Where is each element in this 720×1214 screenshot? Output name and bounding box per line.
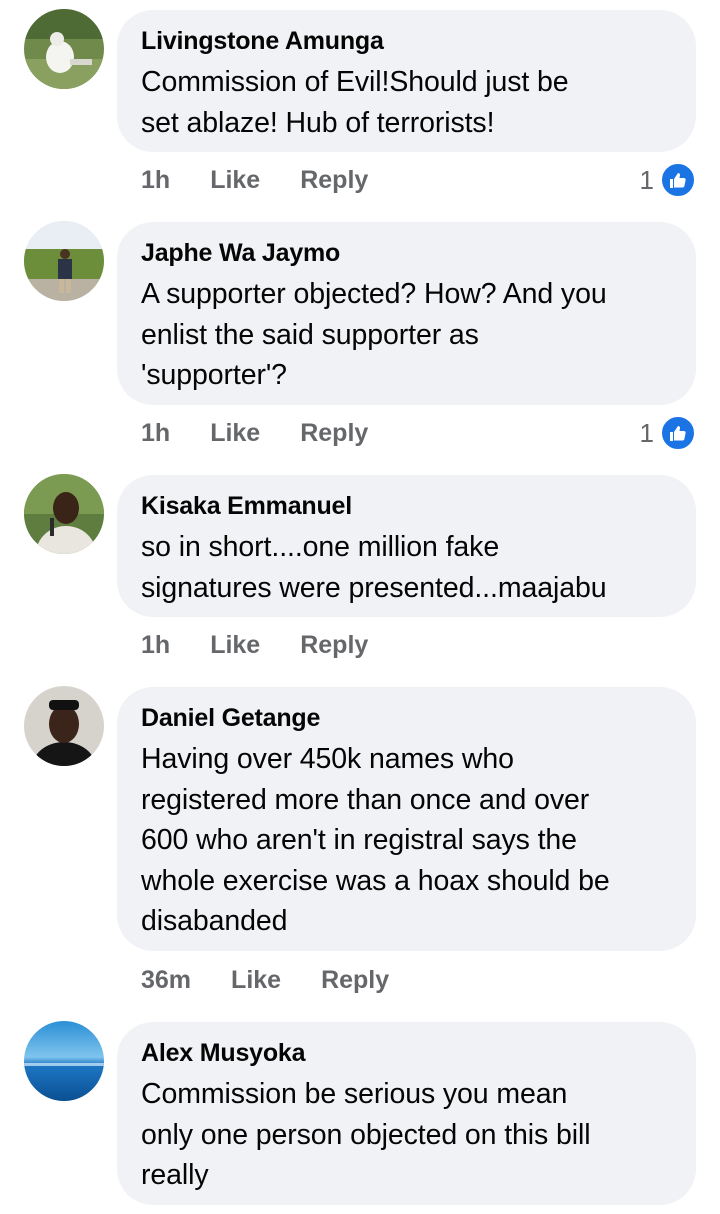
comment-actions: 1h Like Reply	[141, 630, 368, 660]
comment-author[interactable]: Alex Musyoka	[141, 1038, 672, 1068]
comment-text: A supporter objected? How? And you enlis…	[141, 278, 607, 391]
comment-time[interactable]: 36m	[141, 965, 191, 995]
avatar-photo-icon	[24, 9, 104, 89]
reaction-count: 1	[639, 418, 654, 448]
avatar-photo-icon	[24, 474, 104, 554]
comment-text: so in short....one million fake signatur…	[141, 531, 607, 604]
avatar-photo-icon	[24, 221, 104, 301]
comment-time[interactable]: 1h	[141, 418, 170, 448]
comment-bubble[interactable]: Kisaka Emmanuel so in short....one milli…	[117, 475, 696, 617]
comment-bubble[interactable]: Japhe Wa Jaymo A supporter objected? How…	[117, 222, 696, 405]
reply-button[interactable]: Reply	[300, 418, 368, 448]
reply-button[interactable]: Reply	[300, 630, 368, 660]
like-button[interactable]: Like	[210, 630, 260, 660]
comment-author[interactable]: Livingstone Amunga	[141, 26, 672, 56]
comment-bubble[interactable]: Alex Musyoka Commission be serious you m…	[117, 1022, 696, 1205]
thumbs-up-icon	[660, 415, 696, 451]
comment-time[interactable]: 1h	[141, 165, 170, 195]
avatar[interactable]	[24, 221, 104, 301]
like-button[interactable]: Like	[231, 965, 281, 995]
avatar[interactable]	[24, 686, 104, 766]
reaction-count: 1	[639, 165, 654, 195]
avatar-photo-icon	[24, 1021, 104, 1101]
comment-actions: 36m Like Reply	[141, 965, 389, 995]
comment-author[interactable]: Daniel Getange	[141, 703, 672, 733]
comment-actions: 1h Like Reply	[141, 165, 368, 195]
avatar[interactable]	[24, 474, 104, 554]
reaction-summary[interactable]: 1	[640, 415, 696, 451]
comment-text: Commission of Evil!Should just be set ab…	[141, 66, 569, 139]
comment-bubble[interactable]: Livingstone Amunga Commission of Evil!Sh…	[117, 10, 696, 152]
reply-button[interactable]: Reply	[321, 965, 389, 995]
comment-time[interactable]: 1h	[141, 630, 170, 660]
like-button[interactable]: Like	[210, 165, 260, 195]
comment-bubble[interactable]: Daniel Getange Having over 450k names wh…	[117, 687, 696, 951]
comment-text: Commission be serious you mean only one …	[141, 1078, 591, 1191]
comment-author[interactable]: Kisaka Emmanuel	[141, 491, 672, 521]
reply-button[interactable]: Reply	[300, 165, 368, 195]
thumbs-up-icon	[660, 162, 696, 198]
like-button[interactable]: Like	[210, 418, 260, 448]
comment-actions: 1h Like Reply	[141, 418, 368, 448]
avatar[interactable]	[24, 1021, 104, 1101]
reaction-summary[interactable]: 1	[640, 162, 696, 198]
comment-author[interactable]: Japhe Wa Jaymo	[141, 238, 672, 268]
avatar-photo-icon	[24, 686, 104, 766]
avatar[interactable]	[24, 9, 104, 89]
comment-text: Having over 450k names who registered mo…	[141, 743, 610, 937]
